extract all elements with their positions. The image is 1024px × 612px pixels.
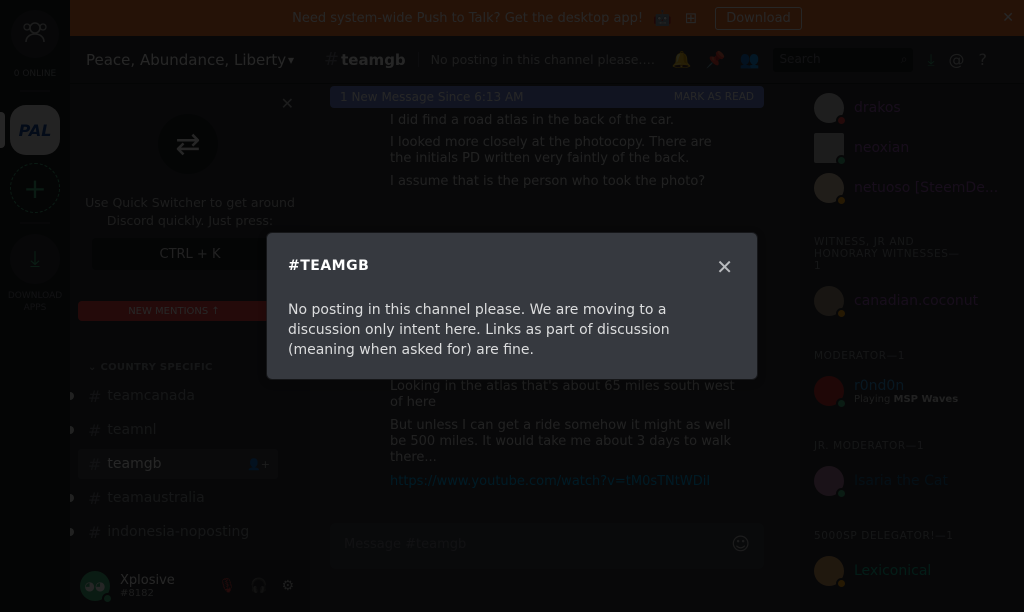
close-icon[interactable]: ✕ (716, 255, 733, 279)
modal-body: No posting in this channel please. We ar… (288, 302, 670, 358)
discord-app: 0 ONLINE PAL + ⤓ DOWNLOAD APPS Need syst… (0, 0, 1024, 612)
channel-topic-modal: #TEAMGB ✕ No posting in this channel ple… (267, 233, 757, 379)
modal-title: #TEAMGB (288, 258, 370, 274)
